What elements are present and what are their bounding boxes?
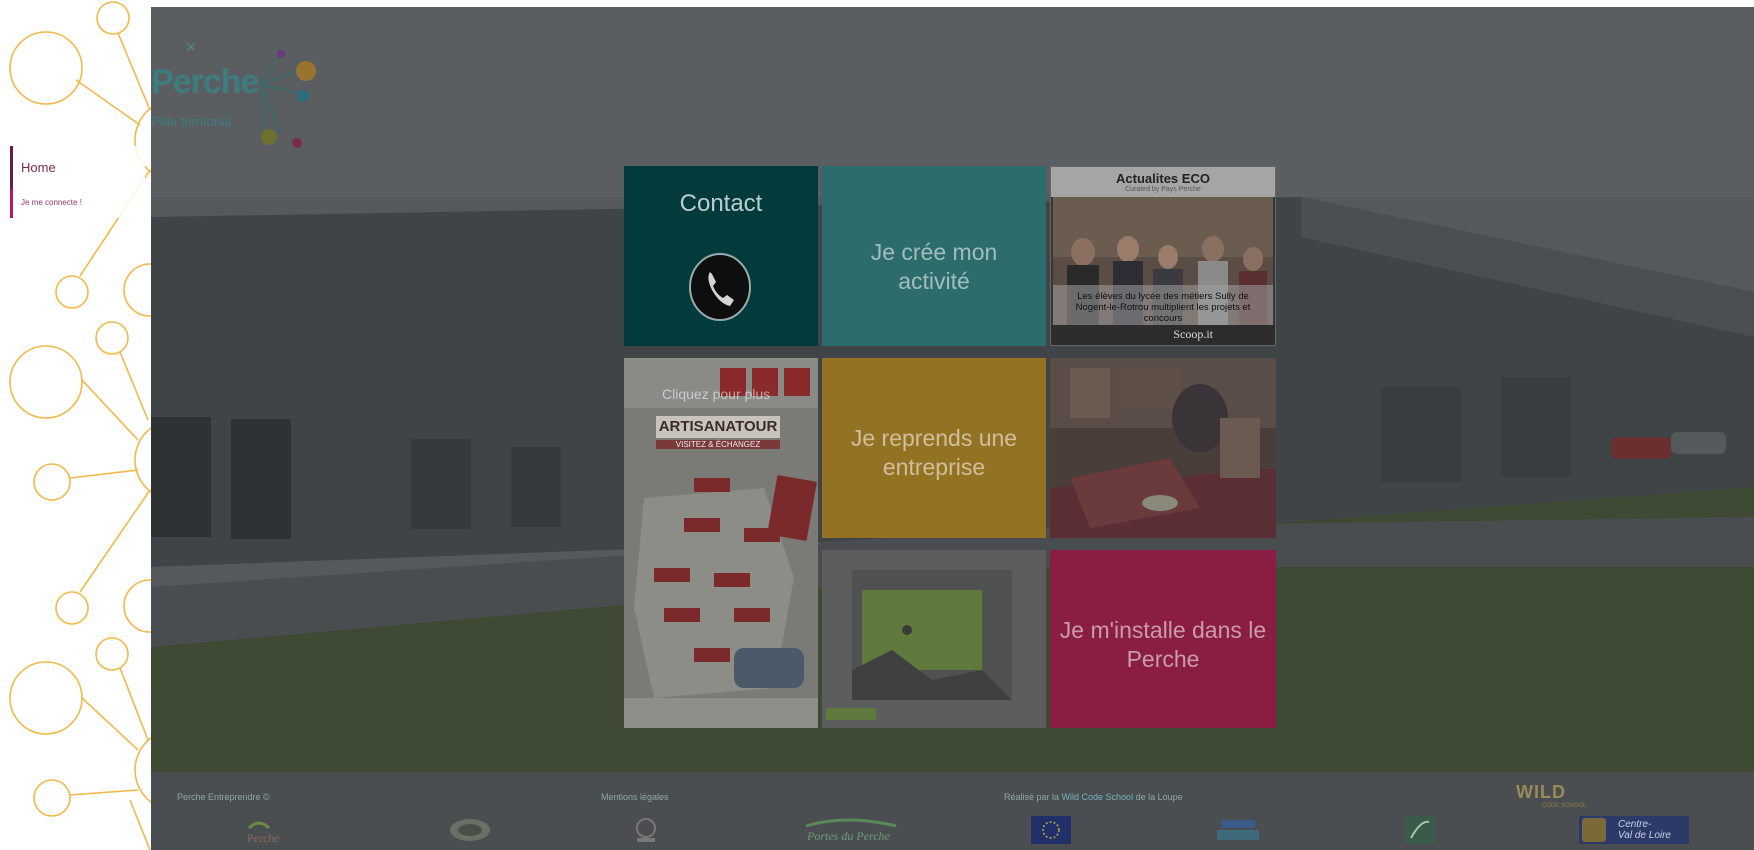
wild-code-school-logo[interactable]: WILD CODE SCHOOL <box>1516 782 1586 809</box>
create-business-label: Je crée mon activité <box>822 238 1046 296</box>
leader-footer-logo[interactable] <box>1405 816 1435 844</box>
wild-logo-text: WILD <box>1516 782 1566 802</box>
svg-text:Perche: Perche <box>247 831 280 844</box>
europe-map-tile[interactable] <box>822 550 1046 728</box>
create-business-line2: activité <box>898 268 970 294</box>
create-business-line1: Je crée mon <box>870 239 998 265</box>
sidebar-item-home[interactable]: Home <box>10 146 145 190</box>
sewing-photo <box>1050 358 1276 538</box>
artisanatour-poster <box>624 358 818 728</box>
credit-prefix: Réalisé par la <box>1004 792 1062 802</box>
footer: Perche Entreprendre © Mentions légales R… <box>151 772 1754 850</box>
region-logo-line2: Val de Loire <box>1618 830 1671 841</box>
sidebar: Home Je me connecte ! <box>0 0 151 850</box>
network-decoration <box>9 1 151 850</box>
takeover-business-line1: Je reprends une <box>850 425 1018 451</box>
centre-val-de-loire-footer-logo[interactable]: Centre- Val de Loire <box>1579 816 1689 844</box>
news-eco-tile[interactable]: Actualites ECO Curated by Pays Perche Le… <box>1050 166 1276 346</box>
takeover-business-label: Je reprends une entreprise <box>822 424 1046 482</box>
wild-logo-sub: CODE SCHOOL <box>1542 803 1587 809</box>
create-business-tile[interactable]: Je crée mon activité <box>822 166 1046 346</box>
region-logo-line1: Centre- <box>1618 819 1652 830</box>
settle-in-perche-tile[interactable]: Je m'installe dans le Perche <box>1050 550 1276 728</box>
contact-title: Contact <box>679 190 763 217</box>
europe-map-image <box>822 550 1046 728</box>
news-title: Actualites ECO <box>1116 171 1210 186</box>
wild-code-school-link[interactable]: Wild Code School <box>1062 792 1134 802</box>
hero-section: ✕ Perche Pôle territorial Contact Je cré… <box>151 7 1754 772</box>
artisanatour-click-hint: Cliquez pour plus <box>662 386 771 402</box>
news-footer <box>1051 325 1275 345</box>
partner-footer-logo[interactable] <box>631 816 661 844</box>
region-heart-icon <box>1582 818 1606 842</box>
community-footer-logo[interactable] <box>448 816 492 844</box>
sewing-photo-tile[interactable] <box>1050 358 1276 538</box>
svg-text:Portes du Perche: Portes du Perche <box>806 829 891 843</box>
eu-flag-footer-logo[interactable] <box>1031 816 1071 844</box>
takeover-business-tile[interactable]: Je reprends une entreprise <box>822 358 1046 538</box>
settle-in-perche-line2: Perche <box>1126 646 1200 672</box>
sidebar-item-login[interactable]: Je me connecte ! <box>10 190 145 218</box>
news-caption: Les élèves du lycée des métiers Sully de… <box>1075 291 1251 324</box>
portes-du-perche-footer-logo[interactable]: Portes du Perche <box>801 816 901 844</box>
credit-text: Réalisé par la Wild Code School de la Lo… <box>1004 792 1183 802</box>
artisanatour-tile[interactable]: Cliquez pour plus ARTISANATOUR VISITEZ &… <box>624 358 818 728</box>
copyright-text: Perche Entreprendre © <box>177 792 270 802</box>
main-nav: Home Je me connecte ! <box>10 146 145 218</box>
artisanatour-subtitle: VISITEZ & ÉCHANGEZ <box>656 440 780 449</box>
artisanatour-title: ARTISANATOUR <box>656 416 780 438</box>
site-logo[interactable]: ✕ Perche Pôle territorial <box>151 29 321 149</box>
settle-in-perche-line1: Je m'installe dans le <box>1059 617 1267 643</box>
news-subtitle: Curated by Pays Perche <box>1125 186 1201 193</box>
credit-suffix: de la Loupe <box>1133 792 1183 802</box>
perche-footer-logo[interactable]: Perche <box>244 816 294 844</box>
europe-engage-footer-logo[interactable] <box>1215 816 1261 844</box>
settle-in-perche-label: Je m'installe dans le Perche <box>1050 616 1276 674</box>
logo-nodes-icon <box>260 50 316 148</box>
legal-notice-link[interactable]: Mentions légales <box>601 792 669 802</box>
contact-tile[interactable]: Contact <box>624 166 818 346</box>
scoopit-logo: Scoop.it <box>1173 327 1213 341</box>
phone-icon <box>689 253 751 321</box>
takeover-business-line2: entreprise <box>882 454 986 480</box>
